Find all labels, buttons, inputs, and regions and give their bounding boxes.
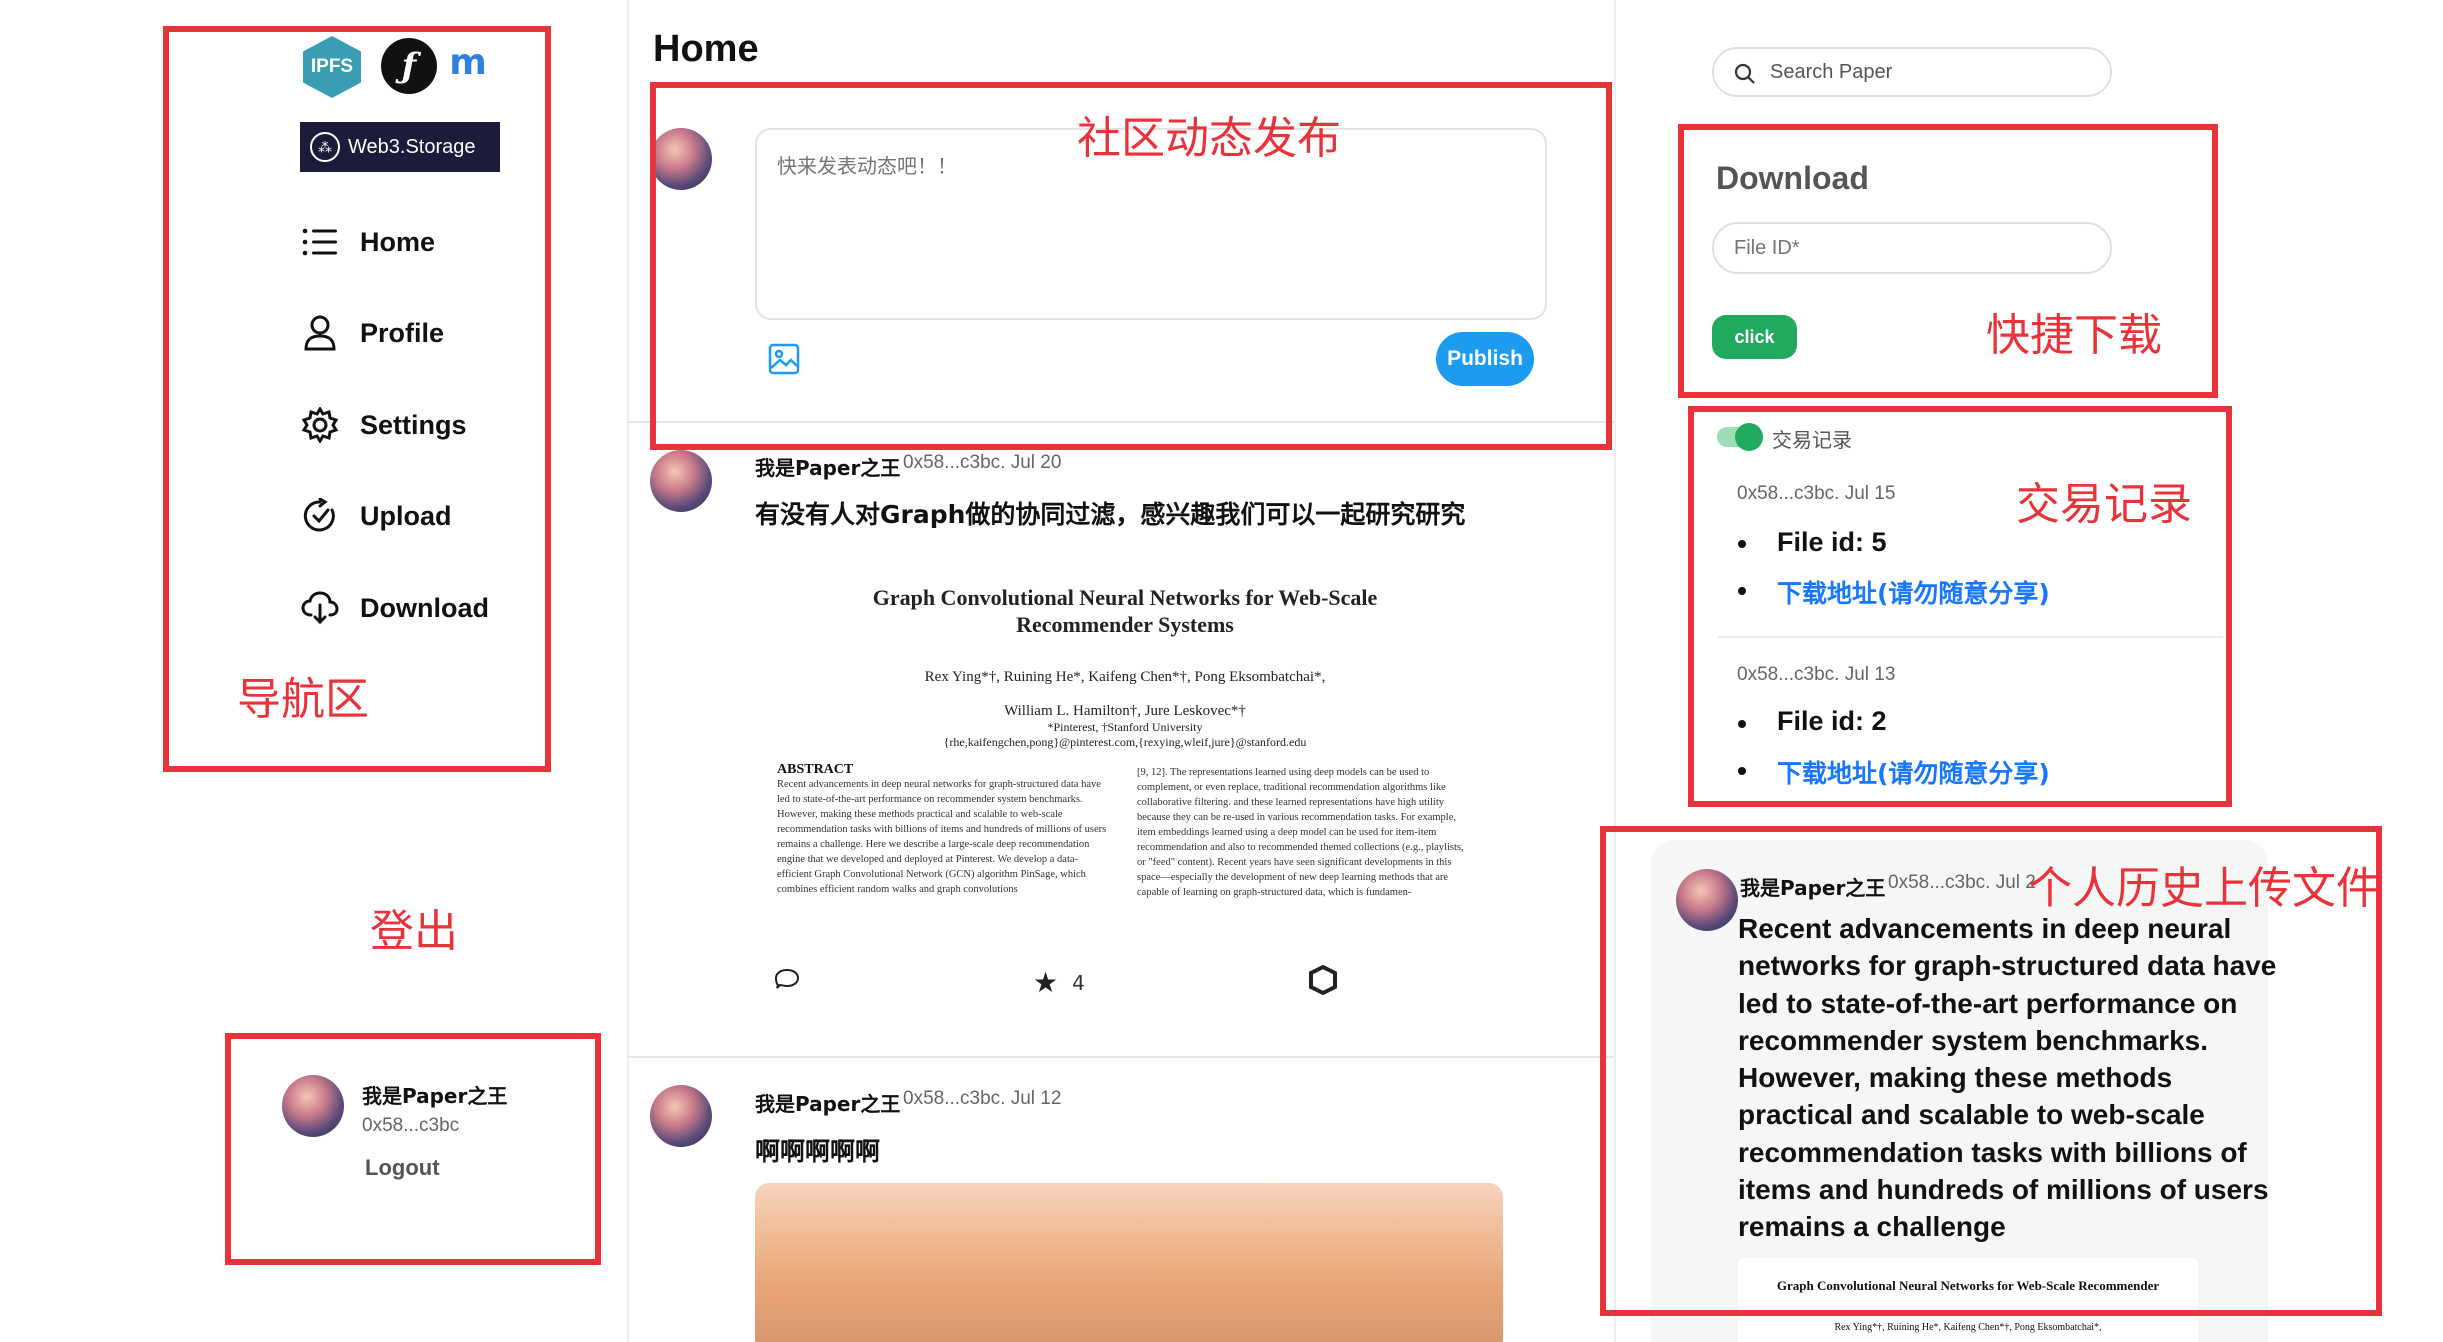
comment-button[interactable] (775, 968, 799, 990)
metamask-logo-text: m (449, 41, 487, 83)
history-paper-preview[interactable]: Graph Convolutional Neural Networks for … (1738, 1258, 2198, 1342)
gear-icon (300, 405, 340, 445)
web3-storage-badge[interactable]: ⁂ Web3.Storage (300, 122, 500, 172)
nav-item-download[interactable]: Download (300, 583, 489, 633)
comment-icon (775, 968, 799, 989)
post-text: 有没有人对Graph做的协同过滤，感兴趣我们可以一起研究研究 (755, 500, 1466, 529)
upload-check-icon (300, 496, 340, 536)
paper-abstract-heading: ABSTRACT (777, 762, 854, 777)
ipfs-logo[interactable]: IPFS (303, 36, 361, 98)
composer-divider (627, 421, 1614, 423)
post-avatar[interactable] (650, 450, 712, 512)
paper-title-line2: Recommender Systems (1016, 612, 1234, 637)
toggle-knob (1735, 423, 1763, 451)
transaction-divider (1718, 636, 2223, 638)
nav-label-settings: Settings (360, 409, 467, 440)
history-paper-authors: Rex Ying*†, Ruining He*, Kaifeng Chen*†,… (1834, 1322, 2102, 1333)
transaction-file-id: File id: 5 (1777, 527, 1887, 557)
post-author: 我是Paper之王 (755, 456, 901, 480)
nav-label-download: Download (360, 592, 489, 623)
paper-emails: {rhe,kaifengchen,pong}@pinterest.com,{re… (943, 735, 1307, 749)
logout-button[interactable]: Logout (365, 1155, 440, 1181)
search-input[interactable]: Search Paper (1712, 47, 2112, 97)
transactions-toggle[interactable] (1717, 423, 1763, 451)
quick-download-annotation-label: 快捷下载 (1986, 310, 2162, 361)
bullet (1738, 540, 1746, 548)
paper-authors-line1: Rex Ying*†, Ruining He*, Kaifeng Chen*†,… (924, 669, 1326, 685)
nav-label-upload: Upload (360, 500, 452, 531)
paper-abstract-text: Recent advancements in deep neural netwo… (777, 779, 1107, 895)
file-id-field[interactable] (1712, 222, 2112, 274)
history-paper-title: Graph Convolutional Neural Networks for … (1776, 1278, 2160, 1293)
transactions-label: 交易记录 (1772, 428, 1852, 452)
logout-annotation-label: 登出 (370, 906, 458, 957)
transaction-meta: 0x58...c3bc. Jul 15 (1737, 483, 1896, 504)
search-placeholder: Search Paper (1770, 60, 1893, 83)
history-annotation-label: 个人历史上传文件 (2028, 863, 2380, 914)
web3-storage-label: Web3.Storage (348, 135, 476, 158)
cloud-download-icon (300, 588, 340, 628)
web3-storage-icon: ⁂ (310, 132, 340, 162)
post-divider (627, 1056, 1614, 1058)
download-click-button[interactable]: click (1712, 315, 1797, 359)
composer-avatar (650, 128, 712, 190)
post-avatar[interactable] (650, 1085, 712, 1147)
page-title: Home (653, 28, 759, 70)
nav-area-annotation-label: 导航区 (237, 674, 369, 725)
left-column-divider (627, 0, 629, 1342)
publish-button[interactable]: Publish (1436, 332, 1534, 386)
sidebar-user-address: 0x58...c3bc (362, 1115, 460, 1136)
nav-item-profile[interactable]: Profile (300, 308, 444, 358)
history-author: 我是Paper之王 (1740, 876, 1886, 900)
metamask-logo[interactable]: m (448, 41, 488, 83)
nav-label-profile: Profile (360, 317, 445, 348)
star-icon: ★ (1033, 966, 1059, 999)
image-upload-icon[interactable] (768, 343, 800, 375)
star-button[interactable]: ★ 4 (1033, 966, 1085, 999)
nav-item-settings[interactable]: Settings (300, 400, 467, 450)
list-icon (300, 222, 340, 262)
star-count: 4 (1072, 970, 1085, 995)
bullet (1738, 767, 1746, 775)
nav-item-home[interactable]: Home (300, 217, 435, 267)
paper-title: Graph Convolutional Neural Networks for … (755, 584, 1495, 638)
paper-affiliations: *Pinterest, †Stanford University (1047, 720, 1203, 734)
paper-abstract-column: ABSTRACT Recent advancements in deep neu… (777, 762, 1107, 922)
nav-item-upload[interactable]: Upload (300, 491, 452, 541)
tx-records-annotation-label: 交易记录 (2016, 479, 2192, 530)
history-meta: 0x58...c3bc. Jul 2 (1888, 872, 2036, 893)
post-meta: 0x58...c3bc. Jul 12 (903, 1088, 1062, 1109)
bullet (1738, 587, 1746, 595)
search-icon (1734, 63, 1755, 84)
user-avatar[interactable] (282, 1075, 344, 1137)
post-area-annotation-label: 社区动态发布 (1077, 113, 1341, 164)
download-link[interactable]: 下载地址(请勿随意分享) (1777, 754, 2050, 790)
transaction-file-id: File id: 2 (1777, 706, 1887, 736)
sidebar-user-name: 我是Paper之王 (362, 1084, 508, 1108)
ipfs-logo-text: IPFS (310, 56, 354, 77)
paper-preview[interactable]: Graph Convolutional Neural Networks for … (755, 540, 1495, 950)
post-meta: 0x58...c3bc. Jul 20 (903, 452, 1062, 473)
post-image[interactable] (755, 1183, 1503, 1342)
user-icon (300, 313, 340, 353)
hexagon-button[interactable] (1309, 965, 1337, 995)
right-column-divider (1614, 0, 1616, 1342)
filecoin-logo[interactable]: ƒ (381, 38, 437, 94)
filecoin-logo-text: ƒ (401, 46, 417, 86)
paper-title-line1: Graph Convolutional Neural Networks for … (872, 585, 1378, 610)
post-text: 啊啊啊啊啊 (755, 1137, 881, 1166)
history-avatar (1676, 869, 1738, 931)
hexagon-icon (1309, 965, 1337, 995)
download-title: Download (1716, 160, 1869, 196)
post-author: 我是Paper之王 (755, 1092, 901, 1116)
paper-authors-line2: William L. Hamilton†, Jure Leskovec*† (1004, 703, 1246, 719)
history-text: Recent advancements in deep neural netwo… (1738, 913, 2277, 1243)
transaction-meta: 0x58...c3bc. Jul 13 (1737, 664, 1896, 685)
nav-label-home: Home (360, 226, 436, 257)
download-link[interactable]: 下载地址(请勿随意分享) (1777, 574, 2050, 610)
bullet (1738, 720, 1746, 728)
logout-annotation-box (225, 1033, 601, 1265)
paper-right-column: [9, 12]. The representations learned usi… (1137, 767, 1464, 898)
